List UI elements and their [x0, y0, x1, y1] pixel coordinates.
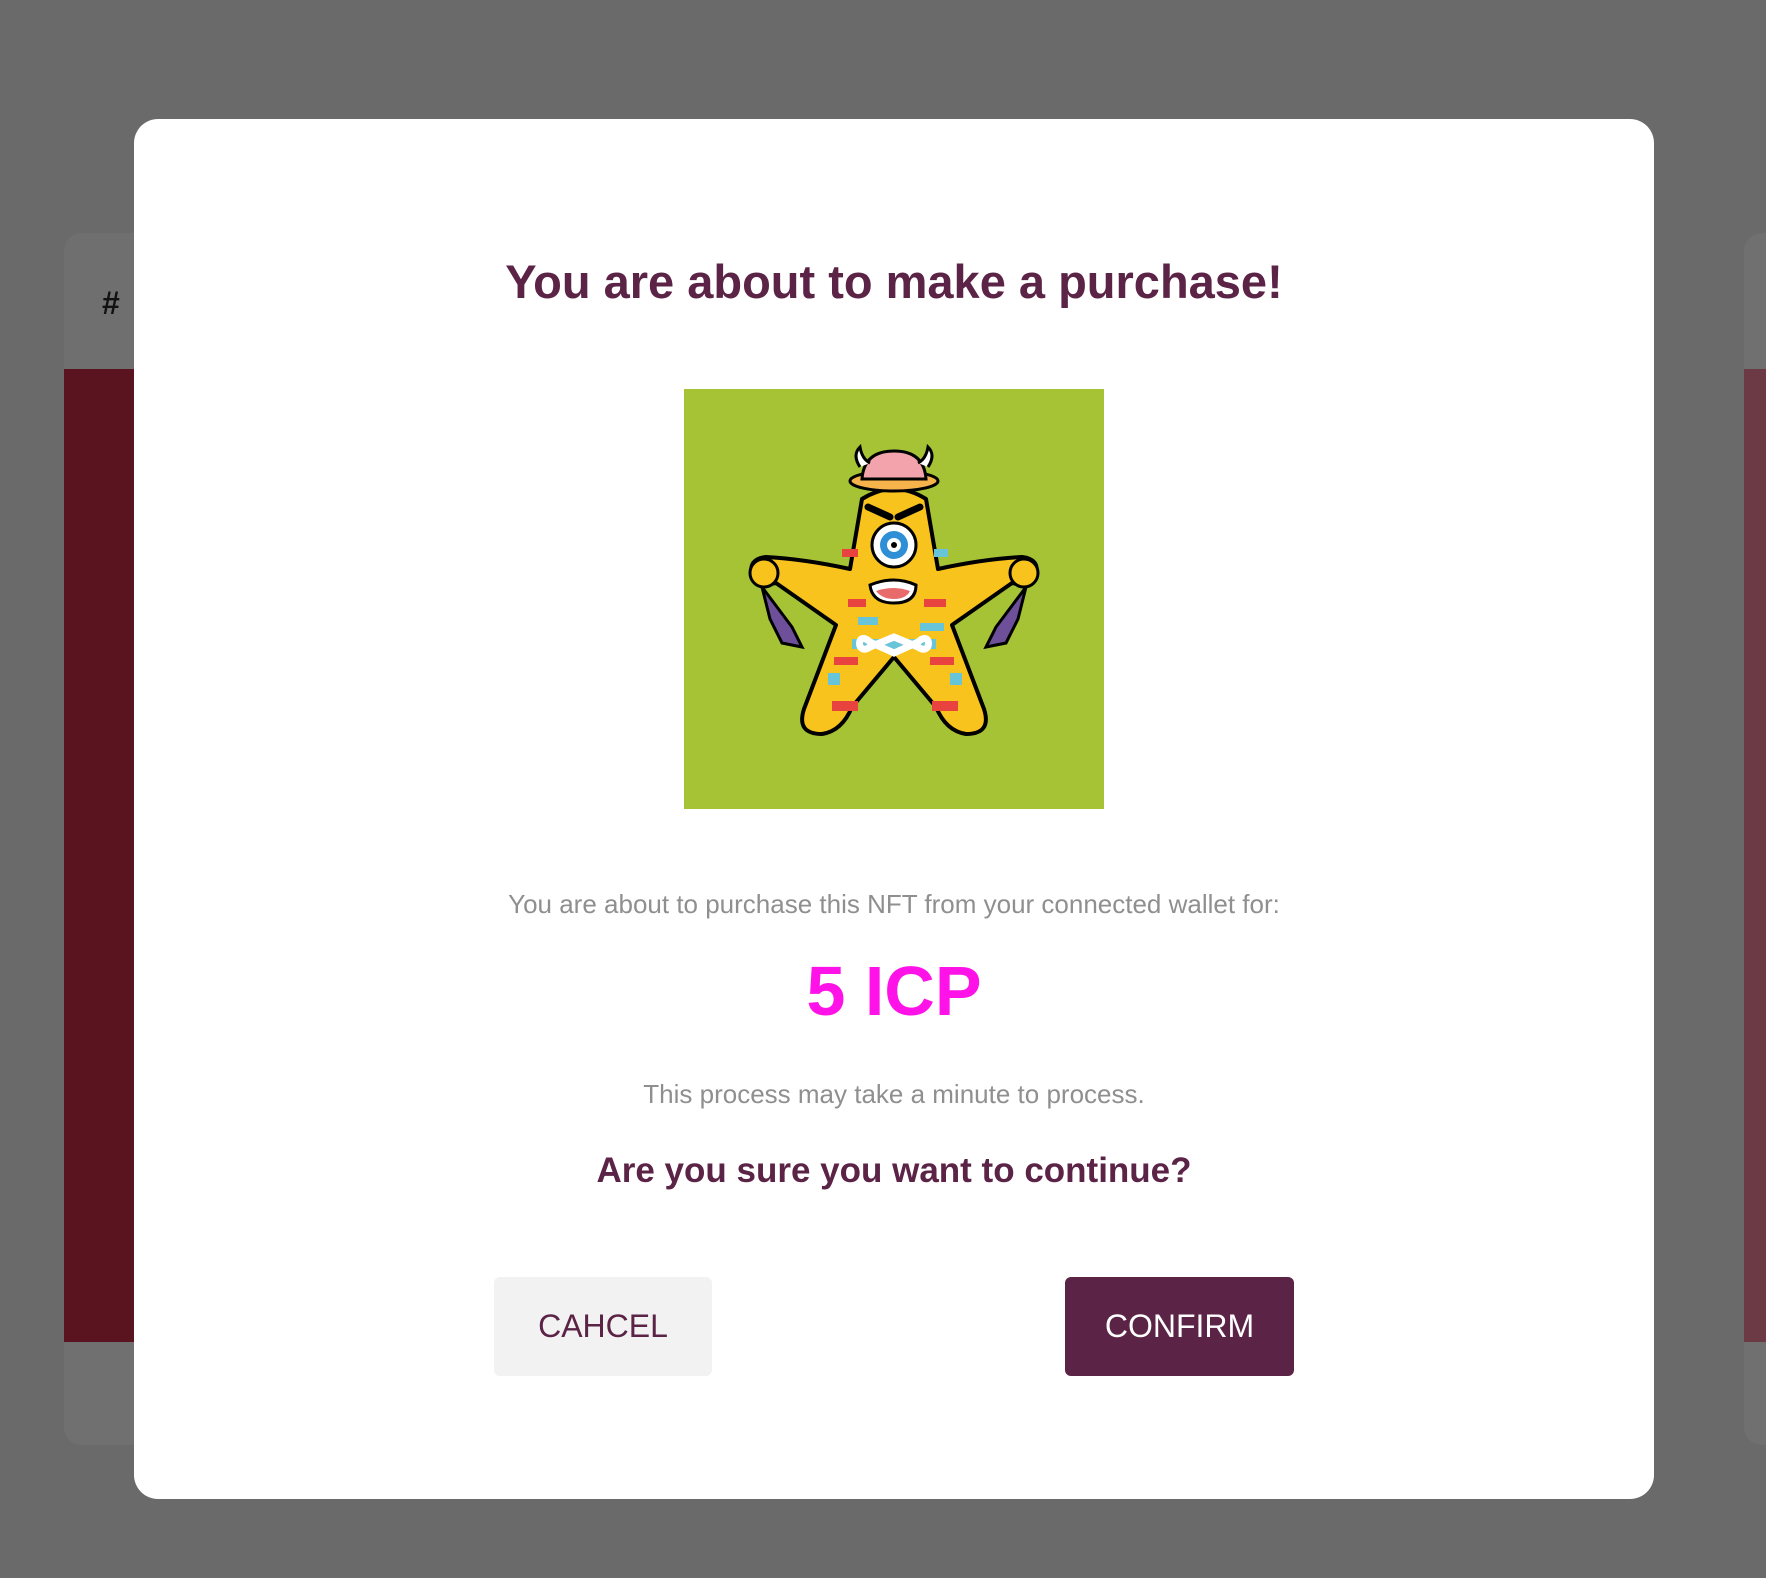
purchase-description: You are about to purchase this NFT from …	[508, 889, 1280, 919]
price-amount: 5 ICP	[806, 952, 982, 1030]
card-header-label: #	[102, 285, 120, 321]
cancel-button[interactable]: CAHCEL	[494, 1277, 712, 1376]
nft-image	[684, 389, 1104, 809]
confirm-question: Are you sure you want to continue?	[596, 1151, 1192, 1190]
process-note: This process may take a minute to proces…	[643, 1079, 1145, 1109]
background-nft-card-right	[1744, 233, 1766, 1445]
purchase-confirmation-modal: You are about to make a purchase! You ar…	[134, 119, 1654, 1499]
modal-title: You are about to make a purchase!	[505, 255, 1283, 308]
nft-character-illustration	[684, 389, 1104, 809]
confirm-button[interactable]: CONFIRM	[1065, 1277, 1294, 1376]
card-image	[1744, 369, 1766, 1342]
